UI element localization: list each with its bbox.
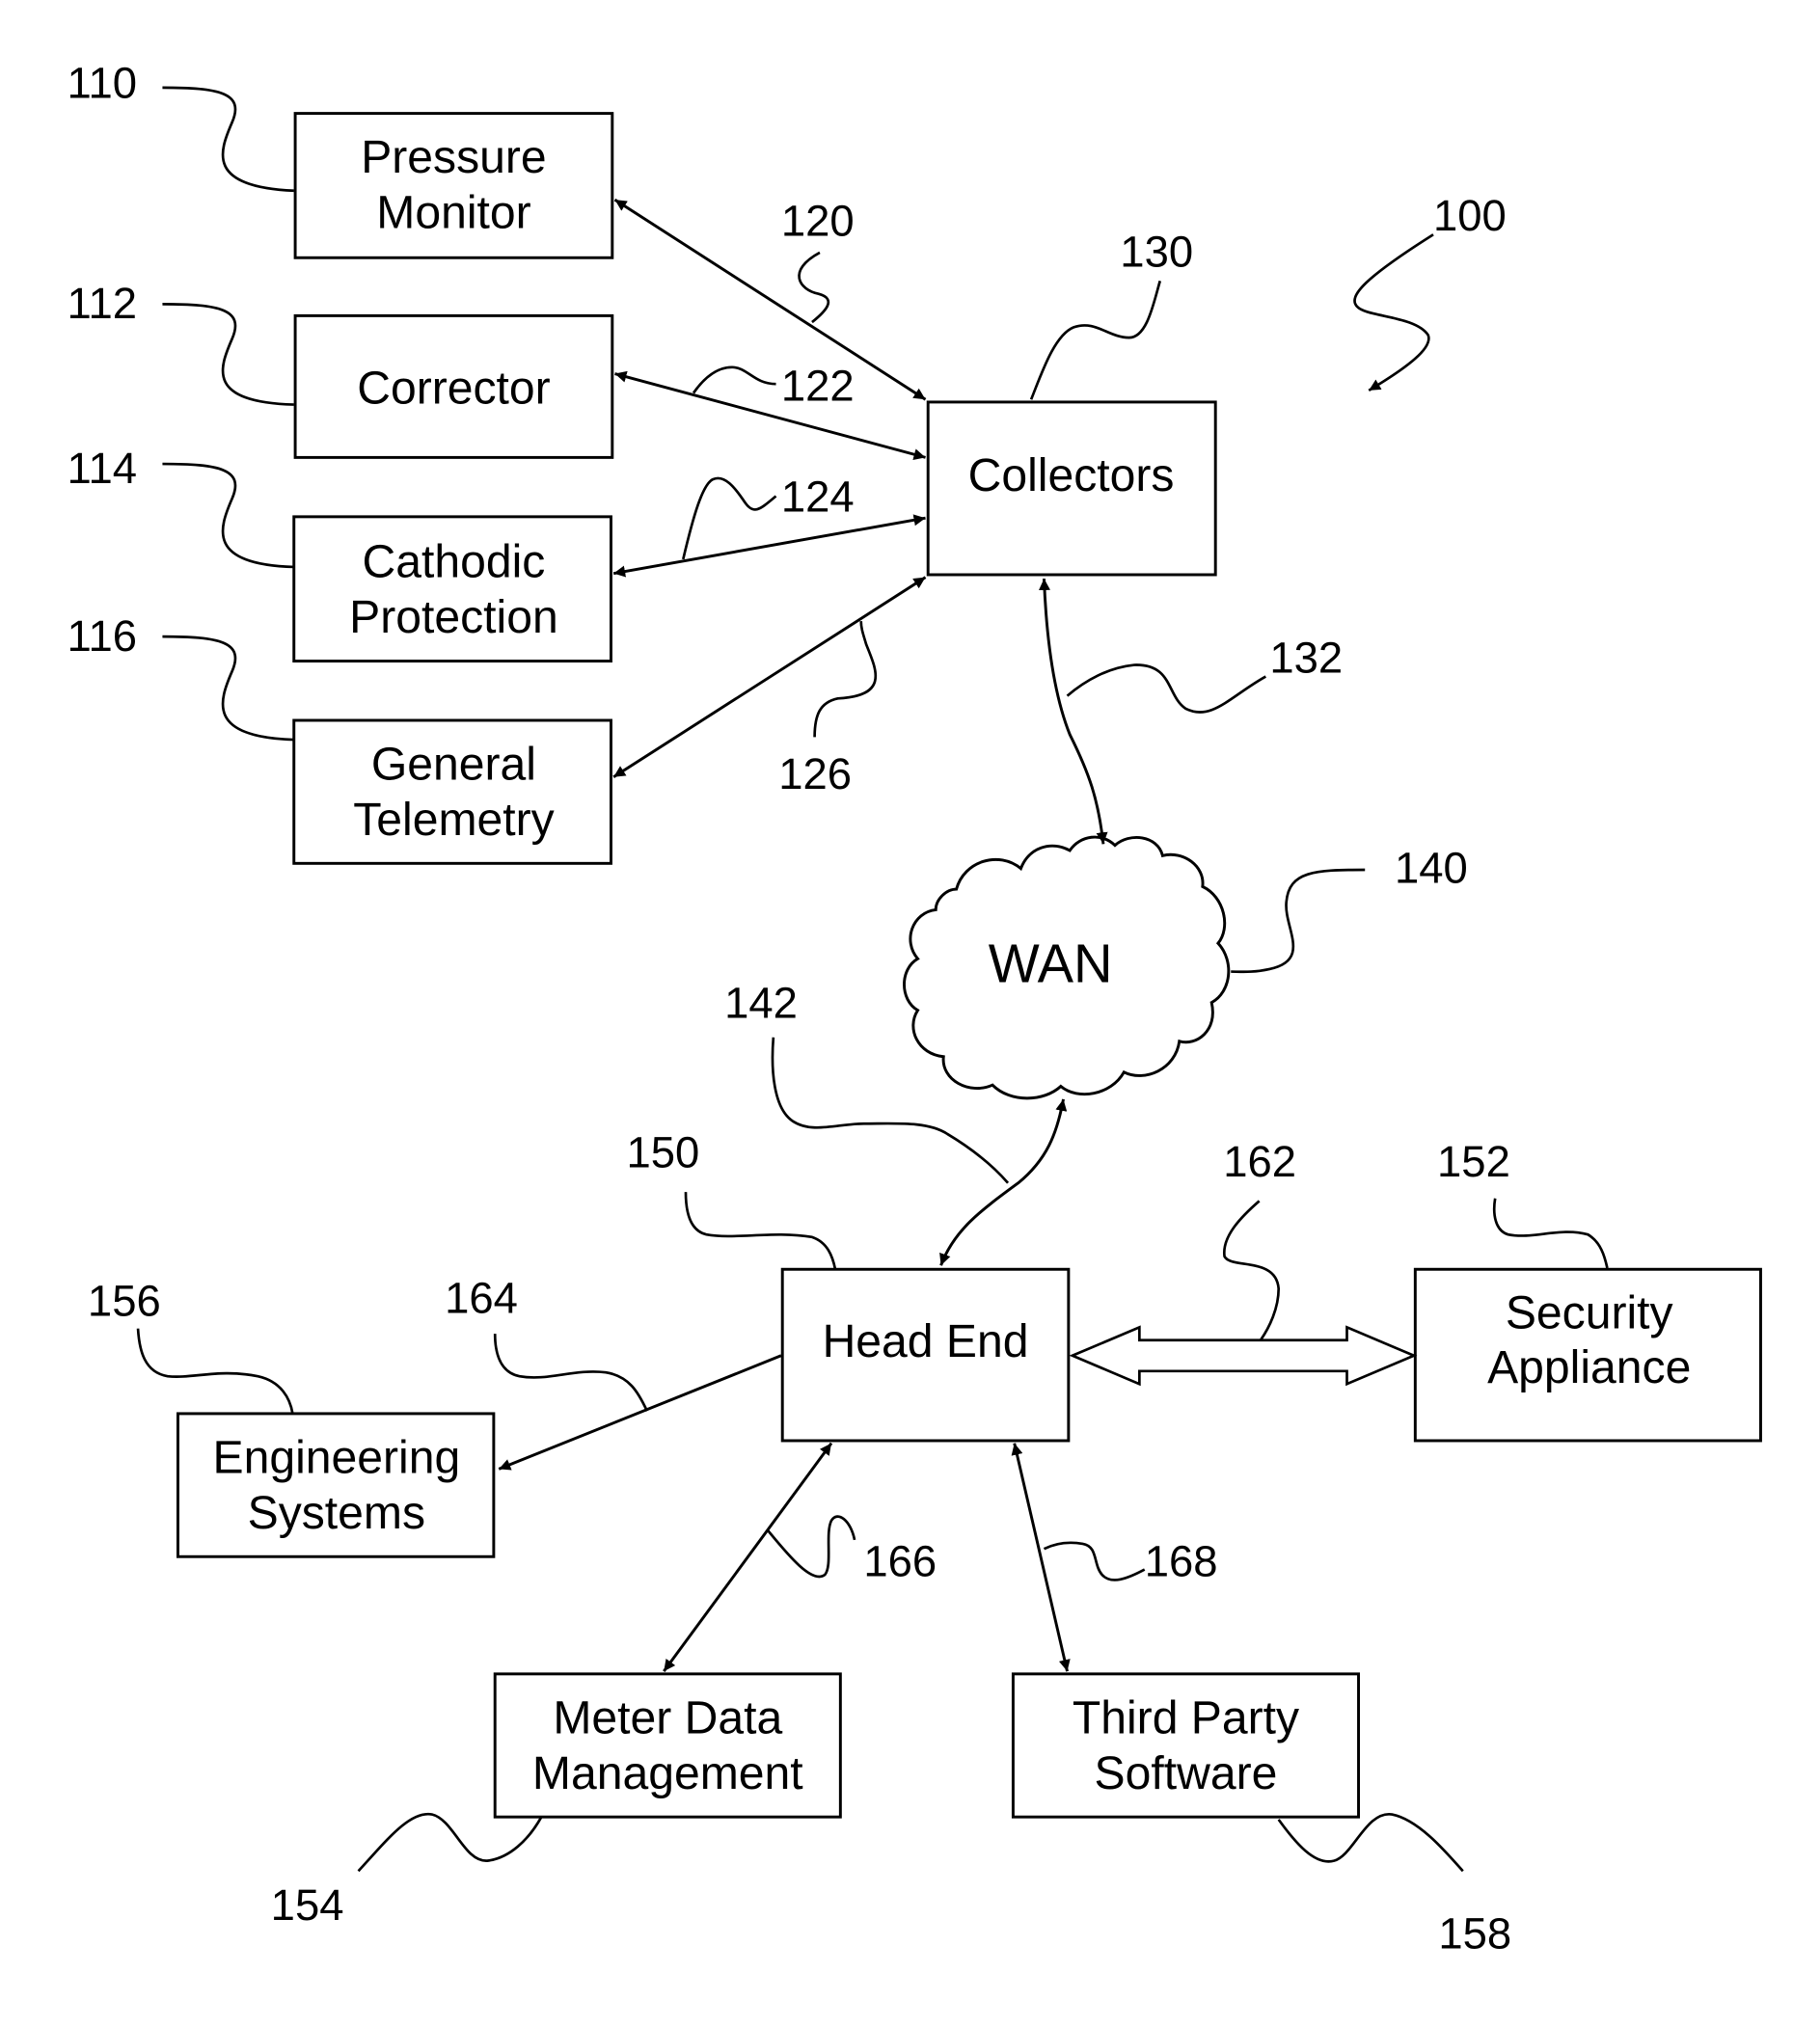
leader-162 <box>1223 1200 1281 1341</box>
node-head-end: Head End <box>780 1267 1071 1443</box>
node-corrector: Corrector <box>293 313 614 459</box>
ref-142: 142 <box>724 979 798 1028</box>
leader-152 <box>1492 1198 1609 1269</box>
node-engineering-systems: Engineering Systems <box>177 1412 496 1558</box>
leader-100-arrow <box>1353 233 1434 392</box>
node-collectors: Collectors <box>926 400 1217 577</box>
leader-132 <box>1066 663 1266 714</box>
ref-132: 132 <box>1269 634 1343 683</box>
third-party-software-label-line1: Third Party <box>1073 1691 1299 1743</box>
leader-114 <box>162 462 294 569</box>
node-cathodic-protection: Cathodic Protection <box>292 515 612 662</box>
leader-140 <box>1231 868 1366 974</box>
leader-122 <box>692 365 776 394</box>
ref-112: 112 <box>68 279 137 328</box>
node-pressure-monitor: Pressure Monitor <box>293 112 614 259</box>
node-general-telemetry: General Telemetry <box>292 718 612 865</box>
link-wan-headend-arrow <box>939 1098 1068 1266</box>
ref-120: 120 <box>781 197 855 246</box>
leader-116 <box>162 635 294 742</box>
security-appliance-label-line1: Security <box>1506 1287 1673 1339</box>
general-telemetry-label-line2: Telemetry <box>353 794 554 846</box>
leader-166 <box>767 1515 856 1579</box>
leader-154 <box>357 1812 543 1873</box>
node-security-appliance: Security Appliance <box>1413 1267 1762 1443</box>
link-headend-engineering-arrow <box>498 1354 782 1471</box>
link-headend-thirdparty-arrow <box>1011 1443 1071 1672</box>
engineering-systems-label-line1: Engineering <box>212 1431 460 1483</box>
leader-120 <box>798 251 830 324</box>
leader-110 <box>162 86 294 193</box>
ref-116: 116 <box>68 611 137 661</box>
leader-156 <box>136 1328 294 1415</box>
wan-label: WAN <box>989 932 1113 993</box>
engineering-systems-label-line2: Systems <box>248 1487 425 1539</box>
third-party-software-label-line2: Software <box>1095 1747 1278 1799</box>
pressure-monitor-label-line2: Monitor <box>376 187 530 239</box>
leader-126 <box>813 621 878 738</box>
ref-166: 166 <box>863 1536 937 1585</box>
leader-150 <box>684 1192 837 1270</box>
node-meter-data-management: Meter Data Management <box>493 1672 842 1819</box>
corrector-label: Corrector <box>357 362 550 414</box>
head-end-label: Head End <box>823 1315 1029 1367</box>
link-pressure-monitor-collectors-arrow <box>613 198 927 401</box>
ref-154: 154 <box>271 1880 344 1930</box>
ref-156: 156 <box>88 1276 161 1325</box>
link-headend-mdm-arrow <box>663 1442 833 1673</box>
ref-124: 124 <box>781 473 855 522</box>
collectors-label: Collectors <box>968 449 1175 501</box>
ref-150: 150 <box>627 1128 700 1177</box>
ref-100: 100 <box>1433 191 1507 240</box>
ref-162: 162 <box>1223 1137 1296 1186</box>
ref-152: 152 <box>1437 1137 1510 1186</box>
leader-112 <box>162 303 294 406</box>
ref-140: 140 <box>1395 843 1468 892</box>
cathodic-protection-label-line1: Cathodic <box>363 536 546 588</box>
ref-122: 122 <box>781 362 855 411</box>
link-corrector-collectors-arrow <box>614 370 926 461</box>
meter-data-management-label-line2: Management <box>532 1747 803 1799</box>
leader-168 <box>1043 1541 1146 1581</box>
ref-110: 110 <box>68 59 137 108</box>
leader-164 <box>493 1334 649 1412</box>
leader-130 <box>1029 280 1162 400</box>
general-telemetry-label-line1: General <box>371 738 536 790</box>
cathodic-protection-label-line2: Protection <box>349 591 558 643</box>
leader-158 <box>1277 1813 1464 1873</box>
ref-130: 130 <box>1120 228 1193 277</box>
ref-164: 164 <box>445 1274 518 1323</box>
system-diagram: Pressure Monitor Corrector Cathodic Prot… <box>68 59 1762 1958</box>
link-headend-security-wide-arrow <box>1069 1325 1418 1387</box>
ref-158: 158 <box>1438 1908 1511 1958</box>
ref-126: 126 <box>778 749 852 798</box>
ref-168: 168 <box>1145 1536 1218 1585</box>
link-telemetry-collectors-arrow <box>612 576 927 779</box>
link-cathodic-collectors-arrow <box>612 514 926 578</box>
pressure-monitor-label-line1: Pressure <box>361 131 546 183</box>
node-wan: WAN <box>903 835 1231 1100</box>
link-collectors-wan-arrow <box>1038 578 1108 845</box>
node-third-party-software: Third Party Software <box>1011 1672 1361 1819</box>
meter-data-management-label-line1: Meter Data <box>553 1691 782 1743</box>
ref-114: 114 <box>68 444 137 493</box>
security-appliance-label-line2: Appliance <box>1487 1341 1691 1393</box>
